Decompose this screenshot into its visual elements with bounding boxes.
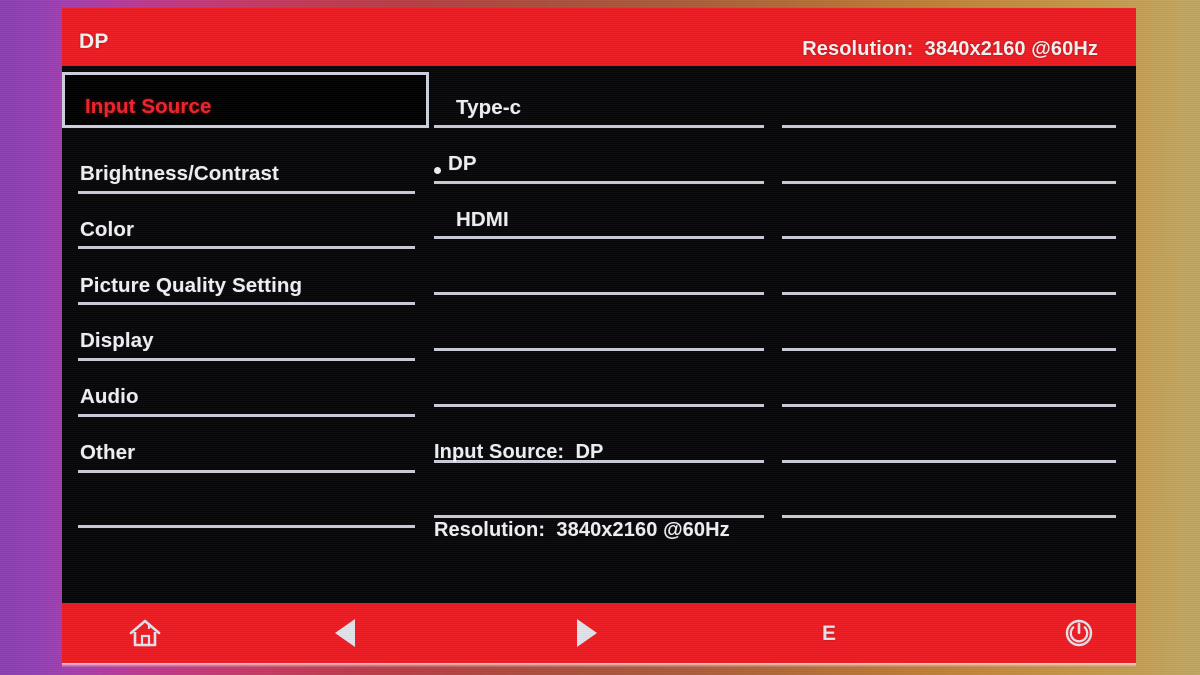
suboptions-column [782,72,1136,603]
suboption-empty-row [782,184,1116,240]
sidebar-item-color[interactable]: Color [78,194,415,250]
power-icon [1065,619,1093,647]
panel-glare [62,663,1136,668]
triangle-left-icon [335,619,355,647]
suboption-empty-row [782,72,1116,128]
status-input-source: Input Source: DP [434,441,604,463]
option-item-label: HDMI [456,207,509,231]
sidebar-item-audio[interactable]: Audio [78,361,415,417]
previous-button[interactable] [290,603,400,663]
menu-spacer [78,128,415,138]
sidebar-item-input-source[interactable]: Input Source [62,72,429,128]
exit-button-label: E [821,621,836,645]
power-button[interactable] [1024,603,1134,663]
sidebar-item-brightness-contrast[interactable]: Brightness/Contrast [78,138,415,194]
sidebar-item-label: Picture Quality Setting [80,273,303,297]
suboption-empty-row [782,128,1116,184]
option-item-label: Type-c [456,96,522,120]
sidebar-item-picture-quality-setting[interactable]: Picture Quality Setting [78,249,415,306]
suboption-empty-row [782,518,1116,574]
menu-empty-row [78,528,415,584]
option-item-dp[interactable]: DP [434,128,764,184]
monitor-screen: DP Resolution: 3840x2160 @60Hz Input Sou… [0,0,1200,675]
osd-body: Input Source Brightness/Contrast Color P… [62,66,1136,603]
sidebar-item-label: Audio [80,385,139,409]
status-block: Input Source: DP Resolution: 3840x2160 @… [434,387,730,595]
menu-column: Input Source Brightness/Contrast Color P… [62,72,429,603]
sidebar-item-display[interactable]: Display [78,305,415,361]
triangle-right-icon [577,619,597,647]
sidebar-item-label: Other [80,441,136,465]
option-item-label: DP [448,152,477,176]
option-empty-row [434,239,764,296]
suboption-empty-row [782,295,1116,351]
sidebar-item-other[interactable]: Other [78,417,415,473]
osd-titlebar: DP Resolution: 3840x2160 @60Hz [62,8,1136,66]
selected-bullet-icon [434,166,441,174]
option-item-type-c[interactable]: Type-c [434,72,764,128]
option-item-hdmi[interactable]: HDMI [434,184,764,240]
suboption-empty-row [782,239,1116,296]
osd-panel: DP Resolution: 3840x2160 @60Hz Input Sou… [62,8,1136,663]
home-button[interactable] [90,603,200,663]
exit-button[interactable]: E [774,603,884,663]
home-icon [129,619,161,647]
current-source-label: DP [79,30,109,53]
sidebar-item-label: Brightness/Contrast [80,162,279,186]
menu-empty-row [78,473,415,529]
osd-toolbar: E [62,603,1136,663]
sidebar-item-label: Input Source [85,95,212,119]
titlebar-resolution-text: Resolution: 3840x2160 @60Hz [802,38,1098,60]
suboption-empty-row [782,407,1116,463]
status-resolution: Resolution: 3840x2160 @60Hz [434,519,730,541]
option-empty-row [434,295,764,351]
suboption-empty-row [782,463,1116,519]
suboption-empty-row [782,351,1116,407]
sidebar-item-label: Color [80,217,135,241]
sidebar-item-label: Display [80,329,154,353]
next-button[interactable] [532,603,642,663]
